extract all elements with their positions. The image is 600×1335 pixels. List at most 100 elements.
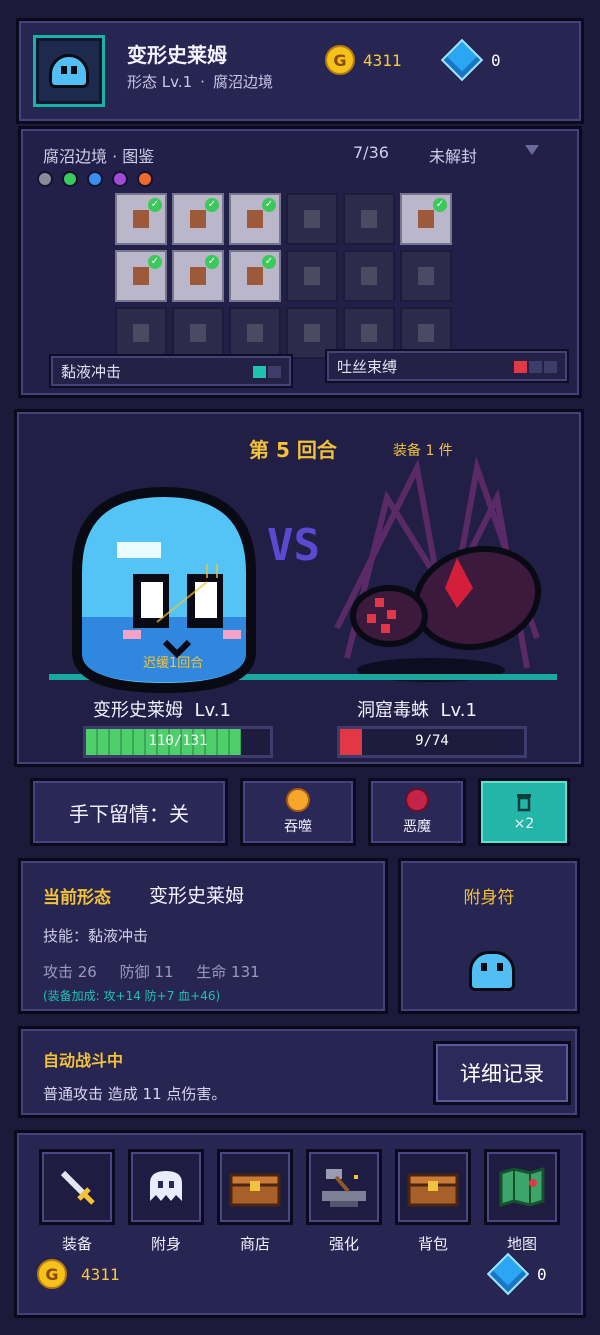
player-unit-name: 变形史莱姆 Lv.1	[93, 696, 231, 722]
mercy-toggle-button[interactable]: 手下留情：关	[30, 778, 228, 846]
nav-item-bag[interactable]: 背包	[395, 1149, 471, 1254]
cave-spider-sprite[interactable]	[327, 448, 547, 688]
gold-amount: 4311	[363, 50, 402, 70]
rarity-filter-dot[interactable]	[87, 171, 103, 187]
monster-sprite-icon	[190, 324, 206, 342]
skill-pip	[544, 361, 557, 373]
sword-icon	[60, 1170, 95, 1205]
gold-counter: G 4311	[325, 45, 402, 75]
possession-charm-panel[interactable]: 附身符	[398, 858, 580, 1014]
monster-sprite-icon	[418, 210, 434, 228]
separator: ·	[200, 73, 205, 91]
monster-sprite-icon	[190, 267, 206, 285]
player-level: Lv.1	[194, 700, 231, 721]
nav-item-shop[interactable]: 商店	[217, 1149, 293, 1254]
slime-avatar-icon	[49, 54, 89, 88]
check-icon: ✓	[262, 255, 276, 269]
discard-count: ×2	[513, 816, 535, 832]
monster-sprite-icon	[247, 267, 263, 285]
nav-label: 商店	[239, 1235, 270, 1253]
rarity-filter-dot[interactable]	[37, 171, 53, 187]
rarity-filter-dot[interactable]	[62, 171, 78, 187]
codex-cell[interactable]	[343, 250, 395, 302]
devour-button[interactable]: 吞噬	[240, 778, 356, 846]
codex-cell[interactable]: ✓	[400, 193, 452, 245]
nav-gold-amount: 4311	[81, 1264, 120, 1284]
player-form-region: 形态 Lv.1 · 腐沼边境	[127, 71, 273, 92]
nav-label: 装备	[61, 1235, 92, 1253]
nav-gem-counter: 0	[486, 1252, 547, 1296]
nav-icon-box	[217, 1149, 293, 1225]
codex-cell[interactable]	[115, 307, 167, 359]
player-skill-pips	[253, 366, 281, 378]
codex-cell[interactable]: ✓	[229, 193, 281, 245]
equip-bonus: (装备加成: 攻+14 防+7 血+46)	[43, 989, 221, 1003]
enemy-level: Lv.1	[440, 700, 477, 721]
check-icon: ✓	[262, 198, 276, 212]
codex-cell[interactable]: ✓	[172, 193, 224, 245]
vs-label: VS	[267, 520, 320, 571]
detail-log-button[interactable]: 详细记录	[433, 1041, 571, 1105]
player-name: 变形史莱姆	[127, 43, 227, 67]
nav-gem-amount: 0	[537, 1264, 547, 1284]
check-icon: ✓	[433, 198, 447, 212]
player-hp-text: 110/131	[148, 733, 208, 749]
codex-cell[interactable]	[172, 307, 224, 359]
discard-button[interactable]: ×2	[478, 778, 570, 846]
rarity-filter-dot[interactable]	[137, 171, 153, 187]
check-icon: ✓	[205, 255, 219, 269]
current-form-label: 当前形态	[43, 888, 111, 908]
current-form-panel: 当前形态 变形史莱姆 技能：黏液冲击 攻击 26 防御 11 生命 131 (装…	[18, 858, 388, 1014]
codex-title: 腐沼边境 · 图鉴	[43, 147, 155, 166]
codex-grid: ✓ ✓ ✓ ✓ ✓ ✓ ✓	[115, 193, 452, 359]
stat-defense: 防御 11	[119, 963, 174, 981]
codex-cell[interactable]: ✓	[115, 250, 167, 302]
codex-cell[interactable]: ✓	[115, 193, 167, 245]
player-hp-bar: 110/131	[83, 726, 273, 758]
skill-pip	[529, 361, 542, 373]
form-stats: 攻击 26 防御 11 生命 131	[43, 961, 278, 982]
monster-sprite-icon	[304, 210, 320, 228]
codex-status: 未解封	[429, 147, 478, 166]
player-avatar[interactable]	[33, 35, 105, 107]
codex-cell[interactable]	[286, 193, 338, 245]
skill-pip	[268, 366, 281, 378]
codex-cell[interactable]	[286, 250, 338, 302]
codex-cell[interactable]: ✓	[172, 250, 224, 302]
monster-codex: 腐沼边境 · 图鉴 7/36 未解封 ✓ ✓ ✓ ✓ ✓ ✓ ✓ 黏液冲击 吐丝束缚	[18, 126, 582, 398]
nav-item-map[interactable]: 地图	[484, 1149, 560, 1254]
demon-label: 恶魔	[403, 819, 431, 835]
enemy-name-text: 洞窟毒蛛	[357, 700, 429, 721]
nav-label: 强化	[328, 1235, 359, 1253]
form-level: 形态 Lv.1	[127, 73, 193, 91]
player-header: 变形史莱姆 形态 Lv.1 · 腐沼边境 G 4311 0	[16, 18, 584, 124]
form-skill: 技能：黏液冲击	[43, 927, 149, 945]
nav-icon-box	[484, 1149, 560, 1225]
gold-coin-icon: G	[325, 45, 355, 75]
trash-icon	[517, 794, 531, 812]
monster-sprite-icon	[361, 324, 377, 342]
round-label: 第 5 回合	[249, 438, 337, 462]
nav-item-equip[interactable]: 装备	[39, 1149, 115, 1254]
shop-chest-icon	[229, 1173, 281, 1207]
codex-cell[interactable]	[400, 250, 452, 302]
region-name: 腐沼边境	[212, 73, 273, 91]
backpack-chest-icon	[407, 1173, 459, 1207]
nav-gold-counter: G 4311	[37, 1259, 120, 1289]
stat-attack: 攻击 26	[43, 963, 97, 981]
codex-cell[interactable]	[343, 193, 395, 245]
nav-icon-box	[128, 1149, 204, 1225]
gem-amount: 0	[491, 50, 501, 70]
possession-charm-title: 附身符	[463, 888, 515, 908]
nav-item-enhance[interactable]: 强化	[306, 1149, 382, 1254]
nav-icon-box	[306, 1149, 382, 1225]
charm-slime-icon	[469, 951, 515, 991]
rarity-filter-dot[interactable]	[112, 171, 128, 187]
collapse-arrow-icon[interactable]	[525, 145, 539, 155]
monster-sprite-icon	[304, 267, 320, 285]
nav-item-possess[interactable]: 附身	[128, 1149, 204, 1254]
demon-button[interactable]: 恶魔	[368, 778, 466, 846]
devour-label: 吞噬	[284, 819, 312, 835]
codex-cell[interactable]: ✓	[229, 250, 281, 302]
codex-cell[interactable]	[229, 307, 281, 359]
